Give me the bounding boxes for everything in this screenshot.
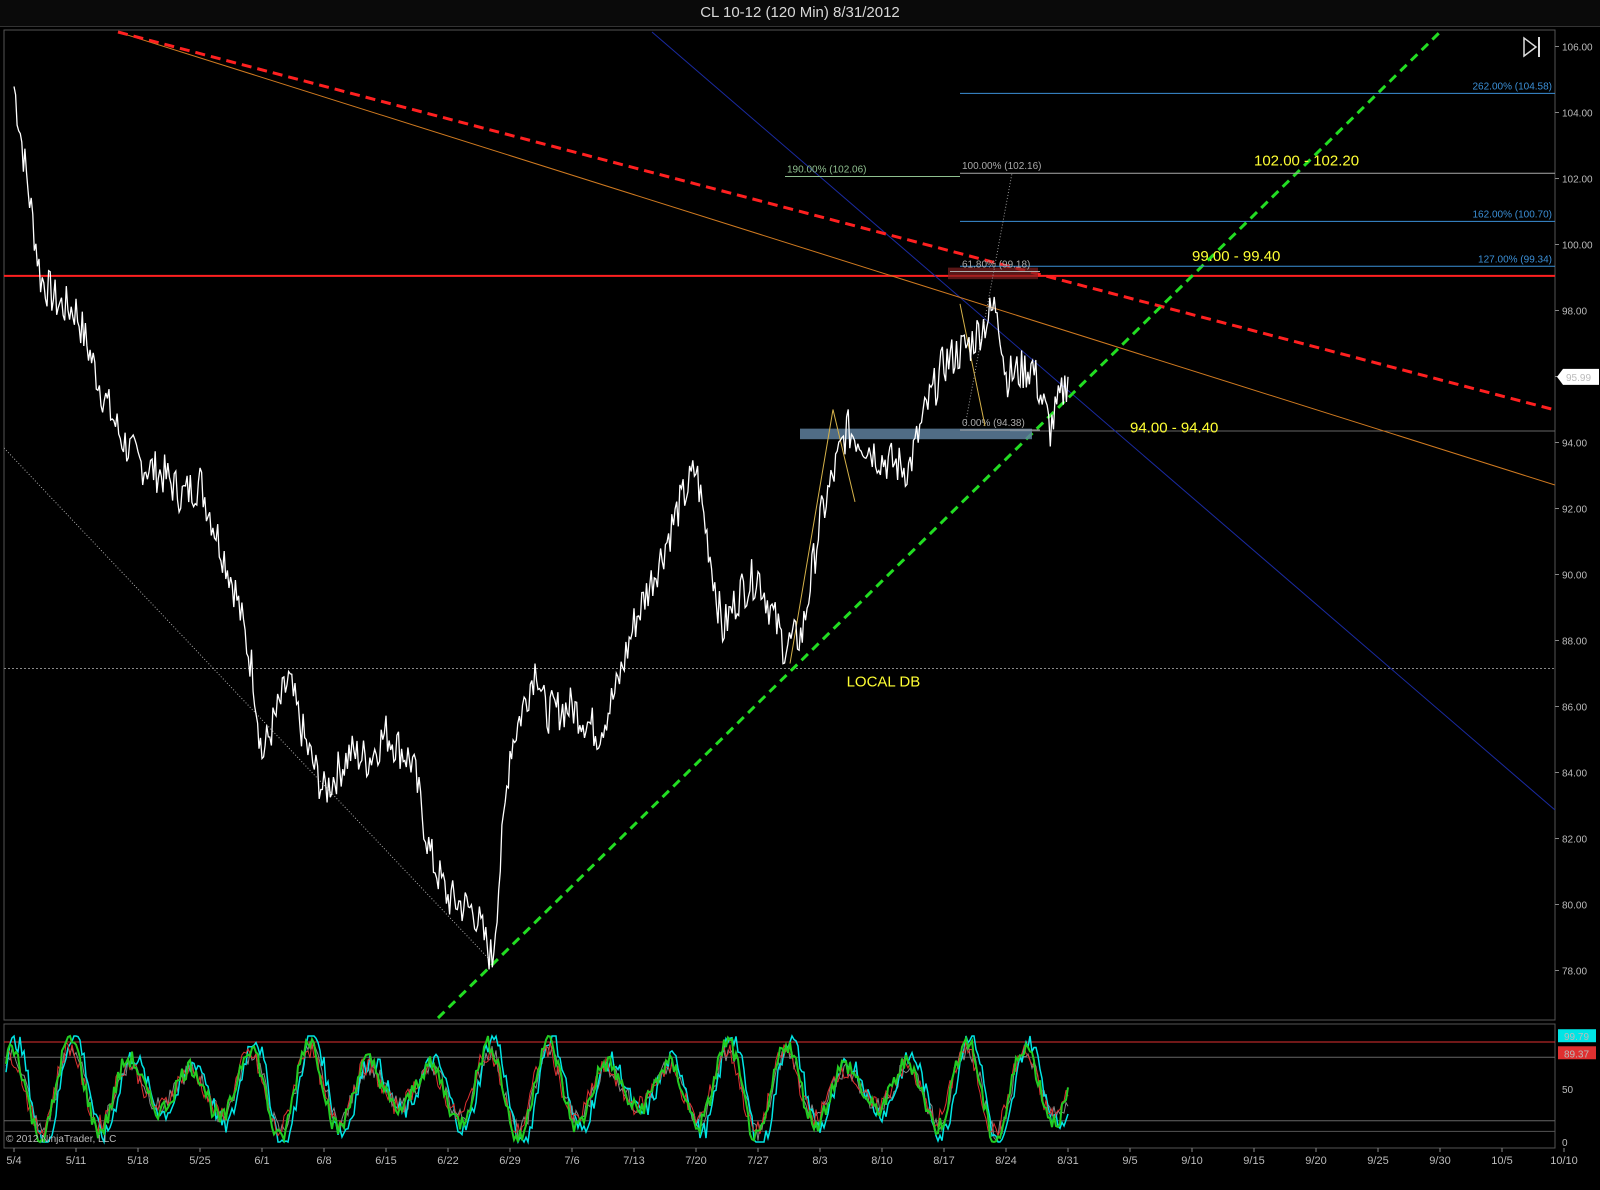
x-axis-tick-label: 8/3 [812, 1155, 827, 1167]
x-axis-tick-label: 10/5 [1491, 1155, 1512, 1167]
zone-annotation: LOCAL DB [847, 674, 921, 691]
osc-value-label: 89.37 [1564, 1049, 1589, 1060]
x-axis-tick-label: 8/24 [995, 1155, 1016, 1167]
y-axis-tick-label: 84.00 [1562, 769, 1587, 780]
osc-green-line [5, 1034, 1069, 1144]
fib-level-label: 262.00% (104.58) [1472, 81, 1552, 92]
x-axis-tick-label: 10/10 [1550, 1155, 1578, 1167]
chart-canvas: 78.00 80.00 82.00 84.00 86.00 88.00 90.00 92.00… [3, 29, 1599, 1167]
y-axis-tick-label: 88.00 [1562, 637, 1587, 648]
swing-leg-lines [959, 303, 986, 427]
y-axis-tick-label: 106.00 [1562, 43, 1593, 54]
fib-projection-line [964, 173, 1013, 427]
x-axis-tick-label: 6/15 [375, 1155, 396, 1167]
x-axis-tick-label: 6/29 [499, 1155, 520, 1167]
x-axis-tick-label: 6/22 [437, 1155, 458, 1167]
orange-trend-line [117, 31, 1555, 486]
x-axis-tick-label: 5/4 [6, 1155, 21, 1167]
y-axis-tick-label: 80.00 [1562, 901, 1587, 912]
copyright-text: © 2012 NinjaTrader, LLC [6, 1134, 116, 1145]
price-plot-area: 262.00% (104.58) 190.00% (102.06) 100.00% … [4, 30, 1555, 1020]
x-axis-tick-label: 6/1 [254, 1155, 269, 1167]
y-axis-tick-label: 82.00 [1562, 835, 1587, 846]
osc-y-tick-label: 50 [1562, 1085, 1574, 1096]
fib-level-label: 100.00% (102.16) [962, 161, 1042, 172]
oscillator-plot: 99.79 89.37 [4, 1029, 1596, 1145]
x-axis-tick-label: 5/18 [127, 1155, 148, 1167]
dotted-descending-line [4, 447, 491, 961]
x-axis-tick-label: 5/11 [66, 1155, 87, 1167]
x-axis-tick-label: 5/25 [189, 1155, 210, 1167]
x-axis-tick-label: 9/5 [1122, 1155, 1137, 1167]
x-axis-tick-label: 6/8 [316, 1155, 331, 1167]
fib-level-label: 190.00% (102.06) [787, 165, 867, 176]
skip-to-end-icon-triangle [1523, 36, 1538, 58]
window-title: CL 10-12 (120 Min) 8/31/2012 [0, 0, 1600, 27]
osc-red-line [5, 1041, 1069, 1138]
fib-level-label: 162.00% (100.70) [1472, 209, 1552, 220]
osc-cyan-line [5, 1034, 1069, 1145]
osc-y-tick-label: 0 [1562, 1138, 1568, 1149]
y-axis-tick-label: 100.00 [1562, 241, 1593, 252]
x-axis-tick-label: 9/10 [1181, 1155, 1202, 1167]
fib-level-label: 61.80% (99.18) [962, 260, 1030, 271]
price-panel-frame [3, 29, 1556, 1021]
zone-annotation: 99.00 - 99.40 [1192, 248, 1280, 265]
y-axis-tick-label: 90.00 [1562, 571, 1587, 582]
y-axis-tick-label: 104.00 [1562, 109, 1593, 120]
x-axis-tick-label: 8/10 [871, 1155, 892, 1167]
y-axis-tick-label: 98.00 [1562, 307, 1587, 318]
price-series-line [13, 86, 1069, 970]
zone-annotation: 102.00 - 102.20 [1254, 152, 1359, 169]
y-axis-tick-label: 86.00 [1562, 703, 1587, 714]
x-axis-tick-label: 7/6 [564, 1155, 579, 1167]
zone-annotation: 94.00 - 94.40 [1130, 420, 1218, 437]
x-axis-tick-label: 7/27 [747, 1155, 768, 1167]
x-axis-tick-label: 7/20 [685, 1155, 706, 1167]
fib-level-label: 127.00% (99.34) [1478, 254, 1552, 265]
y-axis-tick-label: 78.00 [1562, 967, 1587, 978]
fib-level-label: 0.00% (94.38) [962, 418, 1025, 429]
osc-value-label: 99.79 [1564, 1032, 1589, 1043]
x-axis-tick-label: 7/13 [623, 1155, 644, 1167]
y-axis-tick-label: 102.00 [1562, 175, 1593, 186]
blue-trend-line [651, 31, 1555, 811]
y-axis-tick-label: 94.00 [1562, 439, 1587, 450]
last-price-label: 95.99 [1566, 373, 1591, 384]
x-axis-tick-label: 9/15 [1243, 1155, 1264, 1167]
skip-to-end-icon[interactable] [1523, 36, 1540, 58]
y-axis-tick-label: 92.00 [1562, 505, 1587, 516]
x-axis-tick-label: 8/31 [1057, 1155, 1078, 1167]
x-axis-tick-label: 9/20 [1305, 1155, 1326, 1167]
x-axis-tick-label: 8/17 [933, 1155, 954, 1167]
x-axis-tick-label: 9/30 [1429, 1155, 1450, 1167]
x-axis-tick-label: 9/25 [1367, 1155, 1388, 1167]
